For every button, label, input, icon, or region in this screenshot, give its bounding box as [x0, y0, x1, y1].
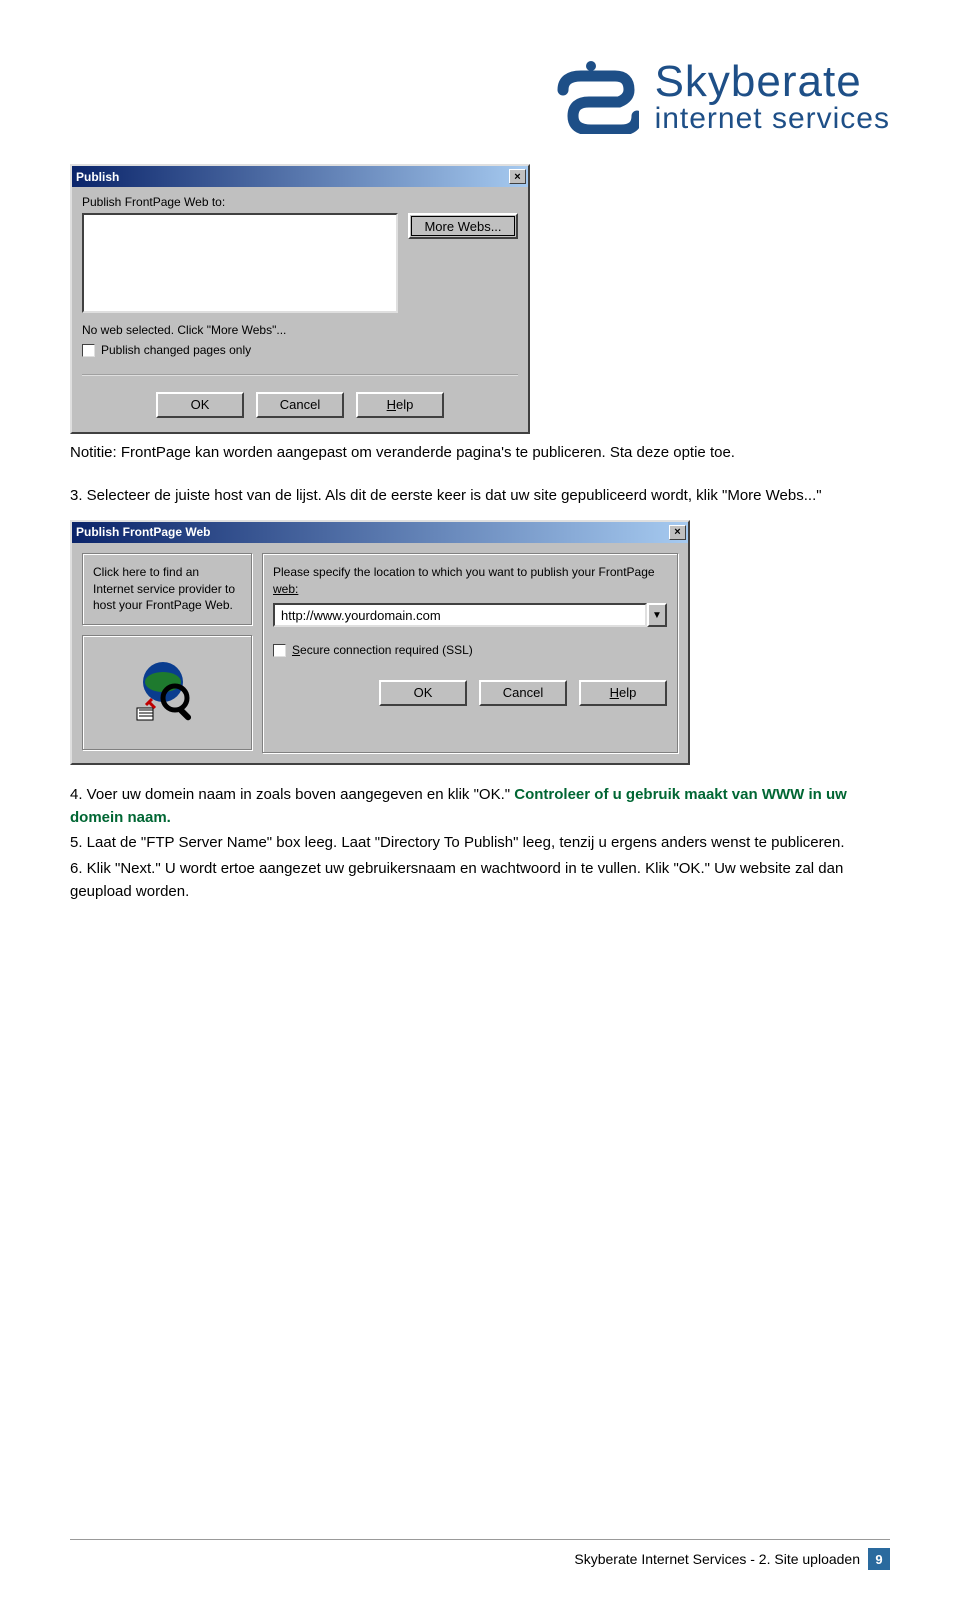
- note-text: Notitie: FrontPage kan worden aangepast …: [70, 442, 890, 464]
- checkbox-icon: [273, 644, 286, 657]
- url-input[interactable]: http://www.yourdomain.com: [273, 603, 647, 627]
- location-instruction: Please specify the location to which you…: [273, 564, 667, 598]
- logo-icon: [555, 60, 639, 134]
- cancel-button[interactable]: Cancel: [479, 680, 567, 706]
- provider-icon-box[interactable]: [82, 635, 252, 750]
- web-list[interactable]: [82, 213, 398, 313]
- publish-dialog: Publish × Publish FrontPage Web to: More…: [70, 164, 530, 434]
- ok-button[interactable]: OK: [156, 392, 244, 418]
- globe-search-icon: [135, 658, 199, 727]
- step-4-text: 4. Voer uw domein naam in zoals boven aa…: [70, 783, 890, 830]
- divider: [70, 1539, 890, 1540]
- publish-frontpage-web-dialog: Publish FrontPage Web × Click here to fi…: [70, 520, 690, 765]
- footer: Skyberate Internet Services - 2. Site up…: [70, 1539, 890, 1570]
- dropdown-button[interactable]: ▼: [647, 603, 667, 627]
- titlebar: Publish FrontPage Web ×: [72, 522, 688, 543]
- provider-info-box: Click here to find an Internet service p…: [82, 553, 252, 625]
- dialog-title: Publish: [76, 170, 119, 184]
- header: Skyberate internet services: [70, 60, 890, 134]
- close-icon[interactable]: ×: [509, 169, 526, 184]
- dialog-title: Publish FrontPage Web: [76, 525, 210, 539]
- help-button[interactable]: Help: [579, 680, 667, 706]
- close-icon[interactable]: ×: [669, 525, 686, 540]
- cancel-button[interactable]: Cancel: [256, 392, 344, 418]
- publish-changed-only-checkbox[interactable]: Publish changed pages only: [82, 343, 251, 357]
- step-5-text: 5. Laat de "FTP Server Name" box leeg. L…: [70, 831, 890, 854]
- ok-button[interactable]: OK: [379, 680, 467, 706]
- page-number: 9: [868, 1548, 890, 1570]
- status-text: No web selected. Click "More Webs"...: [82, 323, 518, 337]
- brand-logo: Skyberate internet services: [555, 60, 890, 134]
- steps-4-6: 4. Voer uw domein naam in zoals boven aa…: [70, 783, 890, 903]
- step-6-text: 6. Klik "Next." U wordt ertoe aangezet u…: [70, 857, 890, 904]
- titlebar: Publish ×: [72, 166, 528, 187]
- checkbox-label: Publish changed pages only: [101, 343, 251, 357]
- divider: [82, 374, 518, 376]
- logo-subtitle: internet services: [655, 104, 890, 134]
- footer-text: Skyberate Internet Services - 2. Site up…: [574, 1551, 860, 1567]
- step-3-text: 3. Selecteer de juiste host van de lijst…: [70, 485, 890, 508]
- publish-to-label: Publish FrontPage Web to:: [82, 195, 518, 209]
- ssl-label: Secure connection required (SSL): [292, 643, 473, 657]
- help-button[interactable]: Help: [356, 392, 444, 418]
- more-webs-button[interactable]: More Webs...: [408, 213, 518, 239]
- logo-brand: Skyberate: [655, 60, 890, 104]
- ssl-checkbox[interactable]: Secure connection required (SSL): [273, 643, 473, 657]
- checkbox-icon: [82, 344, 95, 357]
